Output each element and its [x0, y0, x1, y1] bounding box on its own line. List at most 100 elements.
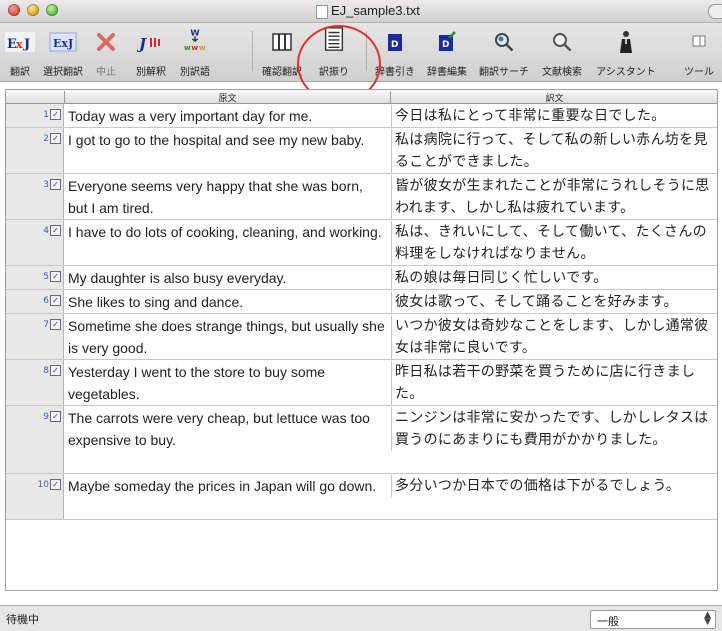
interlinear-button[interactable]: 訳振り: [310, 23, 358, 81]
assistant-label: アシスタント: [596, 67, 656, 78]
translation-table: 原文 訳文 1 ✓ Today was a very important day …: [5, 89, 718, 591]
target-text[interactable]: 私は、きれいにして、そして働いて、たくさんの料理をしなければなりません。: [391, 221, 719, 265]
literature-search-icon: [553, 33, 572, 52]
zoom-window-button[interactable]: [46, 4, 58, 16]
svg-text:x: x: [16, 38, 23, 51]
source-text[interactable]: Sometime she does strange things, but us…: [68, 315, 386, 359]
stop-button[interactable]: 中止: [88, 23, 124, 81]
source-text[interactable]: I got to go to the hospital and see my n…: [68, 129, 386, 151]
translation-search-button[interactable]: 翻訳サーチ: [474, 23, 534, 81]
table-row[interactable]: 1 ✓ Today was a very important day for me…: [6, 104, 717, 128]
table-rows: 1 ✓ Today was a very important day for me…: [6, 104, 717, 520]
tools-icon: [692, 35, 706, 47]
table-row[interactable]: 7 ✓ Sometime she does strange things, but…: [6, 314, 717, 360]
category-select-value: 一般: [597, 615, 619, 628]
row-checkbox[interactable]: ✓: [50, 319, 61, 330]
table-row[interactable]: 4 ✓ I have to do lots of cooking, cleanin…: [6, 220, 717, 266]
translate-button[interactable]: E x J 翻訳: [2, 23, 38, 81]
alternate-word-label: 別訳語: [180, 67, 210, 78]
row-number: 7: [43, 320, 49, 330]
row-checkbox[interactable]: ✓: [50, 271, 61, 282]
target-text[interactable]: 多分いつか日本での価格は下がるでしょう。: [391, 475, 719, 497]
literature-search-button[interactable]: 文献検索: [534, 23, 590, 81]
dictionary-lookup-label: 辞書引き: [375, 67, 415, 78]
target-text[interactable]: 今日は私にとって非常に重要な日でした。: [391, 105, 719, 127]
row-checkbox[interactable]: ✓: [50, 411, 61, 422]
interlinear-icon: [324, 27, 344, 51]
source-text[interactable]: I have to do lots of cooking, cleaning, …: [68, 221, 386, 243]
source-text[interactable]: Everyone seems very happy that she was b…: [68, 175, 386, 219]
table-row[interactable]: 3 ✓ Everyone seems very happy that she wa…: [6, 174, 717, 220]
header-target[interactable]: 訳文: [390, 91, 718, 104]
confirm-translate-button[interactable]: 確認翻訳: [256, 23, 308, 81]
status-bar: 待機中 一般 ▲ ▼: [0, 605, 722, 631]
target-text[interactable]: 彼女は歌って、そして踊ることを好みます。: [391, 291, 719, 313]
translate-label: 翻訳: [10, 67, 30, 78]
alternate-word-button[interactable]: W w w w 別訳語: [172, 23, 218, 81]
interlinear-label: 訳振り: [319, 67, 349, 78]
toolbar-toggle-button[interactable]: [708, 4, 722, 19]
row-number: 8: [43, 366, 49, 376]
header-source[interactable]: 原文: [64, 91, 390, 104]
row-checkbox[interactable]: ✓: [50, 225, 61, 236]
dictionary-lookup-icon: D: [388, 34, 402, 51]
toolbar-separator: [252, 31, 253, 71]
category-select[interactable]: 一般 ▲ ▼: [590, 610, 716, 629]
target-text[interactable]: 私の娘は毎日同じく忙しいです。: [391, 267, 719, 289]
row-number: 9: [43, 412, 49, 422]
row-number: 10: [37, 480, 49, 490]
status-text: 待機中: [6, 613, 39, 626]
row-number-cell: 5 ✓: [6, 266, 64, 289]
svg-text:J: J: [23, 37, 30, 52]
row-checkbox[interactable]: ✓: [50, 133, 61, 144]
row-number-cell: 4 ✓: [6, 220, 64, 265]
target-text[interactable]: 私は病院に行って、そして私の新しい赤ん坊を見ることができました。: [391, 129, 719, 173]
row-number-cell: 3 ✓: [6, 174, 64, 219]
row-number-cell: 7 ✓: [6, 314, 64, 359]
selection-translate-icon: ExJ: [49, 32, 77, 52]
table-row[interactable]: 5 ✓ My daughter is also busy everyday. 私の…: [6, 266, 717, 290]
toolbar-separator: [366, 31, 367, 71]
dictionary-edit-label: 辞書編集: [427, 67, 467, 78]
target-text[interactable]: 皆が彼女が生まれたことが非常にうれしそうに思われます、しかし私は疲れています。: [391, 175, 719, 219]
source-text[interactable]: Today was a very important day for me.: [68, 105, 386, 127]
row-number: 1: [43, 110, 49, 120]
close-window-button[interactable]: [8, 4, 20, 16]
minimize-window-button[interactable]: [27, 4, 39, 16]
row-checkbox[interactable]: ✓: [50, 295, 61, 306]
source-text[interactable]: Yesterday I went to the store to buy som…: [68, 361, 386, 405]
dictionary-lookup-button[interactable]: D 辞書引き: [370, 23, 420, 81]
target-text[interactable]: いつか彼女は奇妙なことをします、しかし通常彼女は非常に良いです。: [391, 315, 719, 359]
row-checkbox[interactable]: ✓: [50, 179, 61, 190]
target-text[interactable]: ニンジンは非常に安かったです、しかしレタスは買うのにあまりにも費用がかかりました…: [391, 407, 719, 451]
row-checkbox[interactable]: ✓: [50, 479, 61, 490]
svg-text:w: w: [191, 43, 198, 52]
svg-text:D: D: [442, 40, 449, 50]
dictionary-edit-icon: D: [439, 31, 456, 51]
dictionary-edit-button[interactable]: D 辞書編集: [420, 23, 474, 81]
alternate-interpretation-button[interactable]: J 別解釈: [130, 23, 172, 81]
tools-button[interactable]: ツール: [676, 23, 722, 81]
source-text[interactable]: The carrots were very cheap, but lettuce…: [68, 407, 386, 451]
source-text[interactable]: Maybe someday the prices in Japan will g…: [68, 475, 386, 497]
row-number-cell: 6 ✓: [6, 290, 64, 313]
source-text[interactable]: My daughter is also busy everyday.: [68, 267, 386, 289]
document-icon: [316, 5, 328, 19]
window-title: EJ_sample3.txt: [331, 3, 420, 18]
table-header: 原文 訳文: [6, 90, 717, 104]
selection-translate-button[interactable]: ExJ 選択翻訳: [38, 23, 88, 81]
stop-label: 中止: [96, 67, 116, 78]
table-row[interactable]: 10 ✓ Maybe someday the prices in Japan wi…: [6, 474, 717, 520]
row-checkbox[interactable]: ✓: [50, 365, 61, 376]
table-row[interactable]: 6 ✓ She likes to sing and dance. 彼女は歌って、そ…: [6, 290, 717, 314]
table-row[interactable]: 9 ✓ The carrots were very cheap, but lett…: [6, 406, 717, 474]
row-number: 6: [43, 296, 49, 306]
alternate-interpretation-label: 別解釈: [136, 67, 166, 78]
source-text[interactable]: She likes to sing and dance.: [68, 291, 386, 313]
row-checkbox[interactable]: ✓: [50, 109, 61, 120]
target-text[interactable]: 昨日私は若干の野菜を買うために店に行きました。: [391, 361, 719, 405]
table-row[interactable]: 2 ✓ I got to go to the hospital and see m…: [6, 128, 717, 174]
table-row[interactable]: 8 ✓ Yesterday I went to the store to buy …: [6, 360, 717, 406]
assistant-button[interactable]: アシスタント: [590, 23, 662, 81]
selection-translate-label: 選択翻訳: [43, 67, 83, 78]
